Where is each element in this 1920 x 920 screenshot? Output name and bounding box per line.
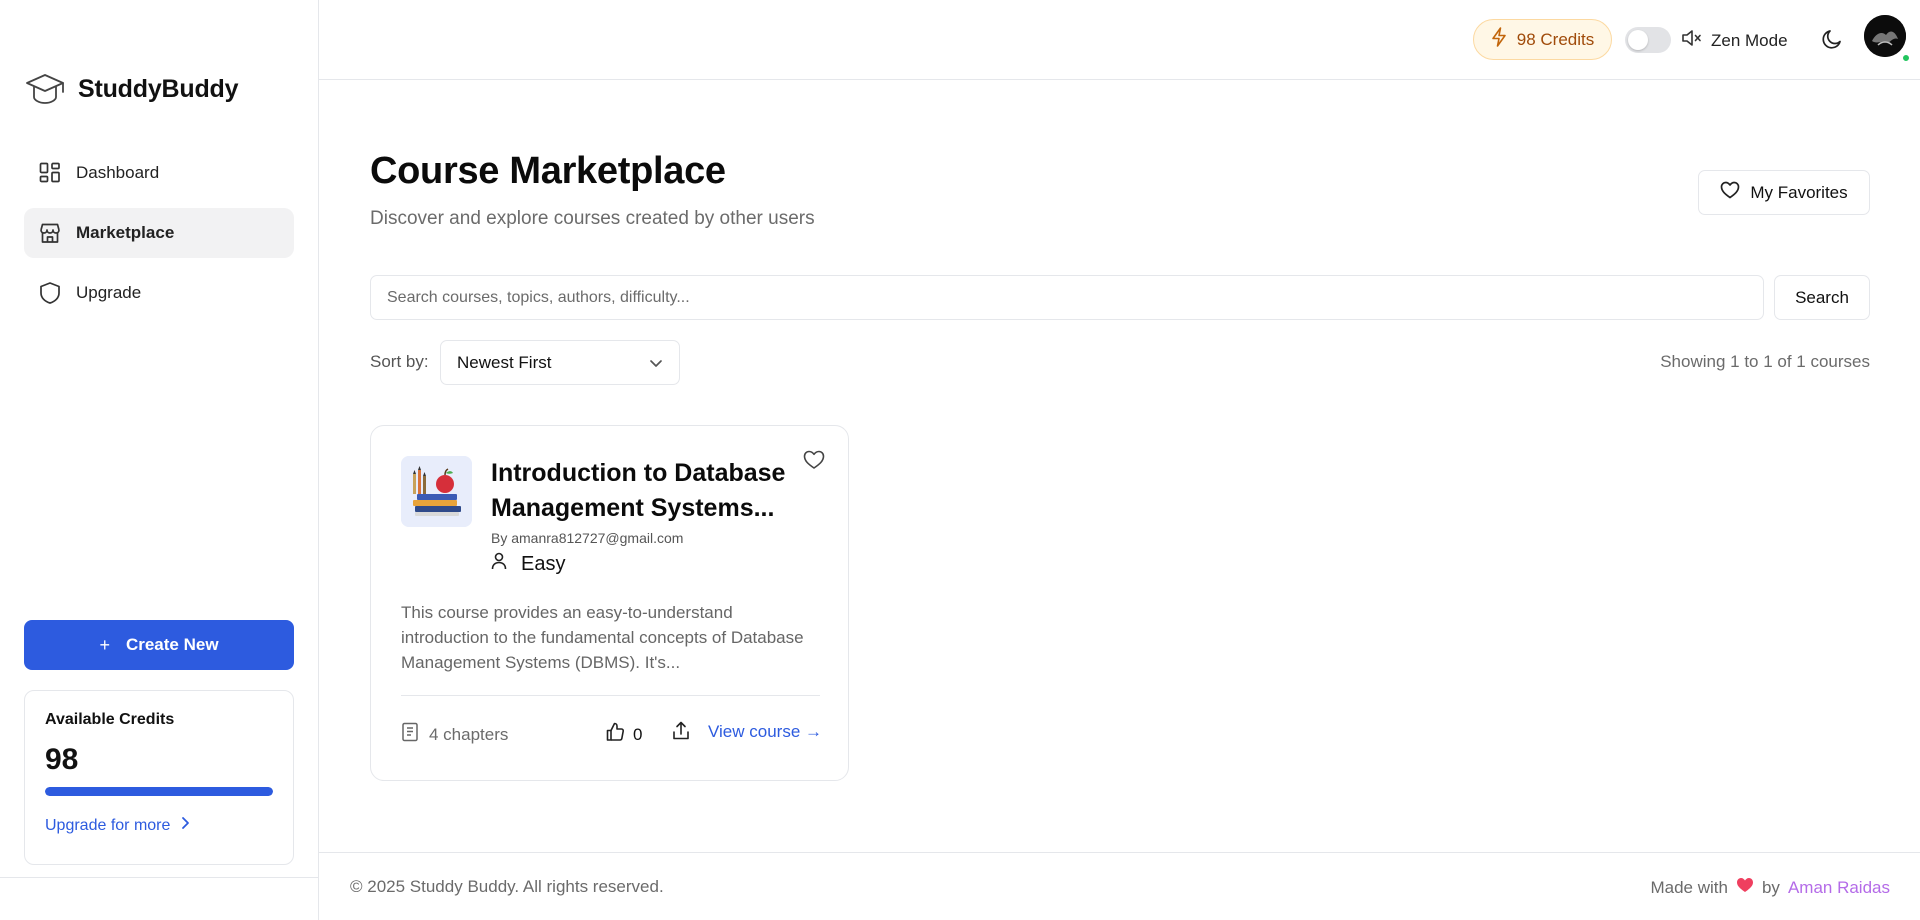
sidebar-item-label: Upgrade xyxy=(76,283,142,302)
app-name: StuddyBuddy xyxy=(78,74,239,103)
view-course-link[interactable]: View course → xyxy=(708,722,822,742)
course-author: By amanra812727@gmail.com xyxy=(491,530,684,546)
chapters-label: 4 chapters xyxy=(429,724,509,744)
author-link[interactable]: Aman Raidas xyxy=(1788,878,1890,898)
moon-icon[interactable] xyxy=(1821,28,1845,52)
chevron-down-icon xyxy=(649,353,663,373)
sidebar-item-upgrade[interactable]: Upgrade xyxy=(24,268,294,318)
sidebar-item-label: Marketplace xyxy=(76,223,175,242)
course-thumbnail xyxy=(401,456,472,527)
card-divider xyxy=(401,695,820,696)
page-title: Course Marketplace xyxy=(370,150,726,192)
shield-icon xyxy=(38,281,62,305)
create-new-button[interactable]: + Create New xyxy=(24,620,294,670)
brand[interactable]: StuddyBuddy xyxy=(24,68,238,110)
upgrade-for-more-link[interactable]: Upgrade for more xyxy=(45,816,273,835)
sort-select[interactable]: Newest First xyxy=(440,340,680,385)
mute-icon xyxy=(1681,28,1703,53)
upgrade-link-label: Upgrade for more xyxy=(45,816,171,834)
lightning-icon xyxy=(1491,27,1507,52)
topbar: 98 Credits Zen Mode xyxy=(319,0,1920,80)
results-count: Showing 1 to 1 of 1 courses xyxy=(1660,352,1870,371)
sort-label: Sort by: xyxy=(370,352,429,371)
zen-mode-label: Zen Mode xyxy=(1711,30,1788,50)
sidebar-item-dashboard[interactable]: Dashboard xyxy=(24,148,294,198)
made-with-credit: Made with by Aman Raidas xyxy=(1650,877,1890,898)
plus-icon: + xyxy=(99,634,110,655)
store-icon xyxy=(38,221,62,245)
sidebar-divider xyxy=(0,877,319,878)
course-chapters: 4 chapters xyxy=(401,722,508,747)
toggle-knob xyxy=(1628,30,1648,50)
share-icon[interactable] xyxy=(671,721,693,743)
difficulty-label: Easy xyxy=(521,552,566,575)
my-favorites-button[interactable]: My Favorites xyxy=(1698,170,1870,215)
zen-mode-label-group[interactable]: Zen Mode xyxy=(1681,28,1788,53)
course-title[interactable]: Introduction to Database Management Syst… xyxy=(491,456,791,526)
copyright-text: © 2025 Studdy Buddy. All rights reserved… xyxy=(350,877,664,896)
available-credits-card: Available Credits 98 Upgrade for more xyxy=(24,690,294,865)
heart-filled-icon xyxy=(1736,877,1754,898)
credits-progress-fill xyxy=(45,787,273,796)
create-new-label: Create New xyxy=(125,635,219,654)
course-difficulty: Easy xyxy=(491,552,565,576)
by-label: by xyxy=(1761,877,1780,897)
chevron-right-icon xyxy=(180,816,190,835)
graduation-cap-icon xyxy=(24,68,66,110)
heart-icon[interactable] xyxy=(803,450,827,474)
main-content: Course Marketplace Discover and explore … xyxy=(319,80,1920,850)
page-subtitle: Discover and explore courses created by … xyxy=(370,208,815,229)
credits-card-value: 98 xyxy=(45,743,79,776)
avatar[interactable] xyxy=(1864,15,1911,63)
online-status-dot xyxy=(1901,53,1911,63)
user-icon xyxy=(491,552,507,576)
grid-icon xyxy=(38,161,62,185)
thumbs-up-icon xyxy=(605,722,625,747)
heart-icon xyxy=(1720,181,1740,204)
made-with-label: Made with xyxy=(1650,877,1728,897)
course-card[interactable]: Introduction to Database Management Syst… xyxy=(370,425,849,781)
zen-mode-toggle[interactable] xyxy=(1625,27,1671,53)
book-icon xyxy=(401,722,419,747)
credits-pill-label: 98 Credits xyxy=(1516,29,1595,49)
sort-selected-value: Newest First xyxy=(457,352,552,372)
sidebar-item-marketplace[interactable]: Marketplace xyxy=(24,208,294,258)
my-favorites-label: My Favorites xyxy=(1750,182,1848,202)
search-input[interactable] xyxy=(370,275,1764,320)
books-apple-icon xyxy=(401,456,472,527)
like-button[interactable]: 0 xyxy=(605,722,642,747)
search-button[interactable]: Search xyxy=(1774,275,1870,320)
footer: © 2025 Studdy Buddy. All rights reserved… xyxy=(319,852,1920,920)
likes-count: 0 xyxy=(633,724,643,744)
credits-card-label: Available Credits xyxy=(45,711,175,728)
sidebar-item-label: Dashboard xyxy=(76,163,160,182)
sidebar-nav: Dashboard Marketplace Upgrade xyxy=(24,148,294,328)
sidebar: StuddyBuddy Dashboard Marketplace Upgrad… xyxy=(0,0,319,920)
avatar-image xyxy=(1864,15,1906,57)
credits-progress-bar xyxy=(45,787,273,796)
credits-pill[interactable]: 98 Credits xyxy=(1473,19,1612,60)
course-description: This course provides an easy-to-understa… xyxy=(401,603,804,672)
